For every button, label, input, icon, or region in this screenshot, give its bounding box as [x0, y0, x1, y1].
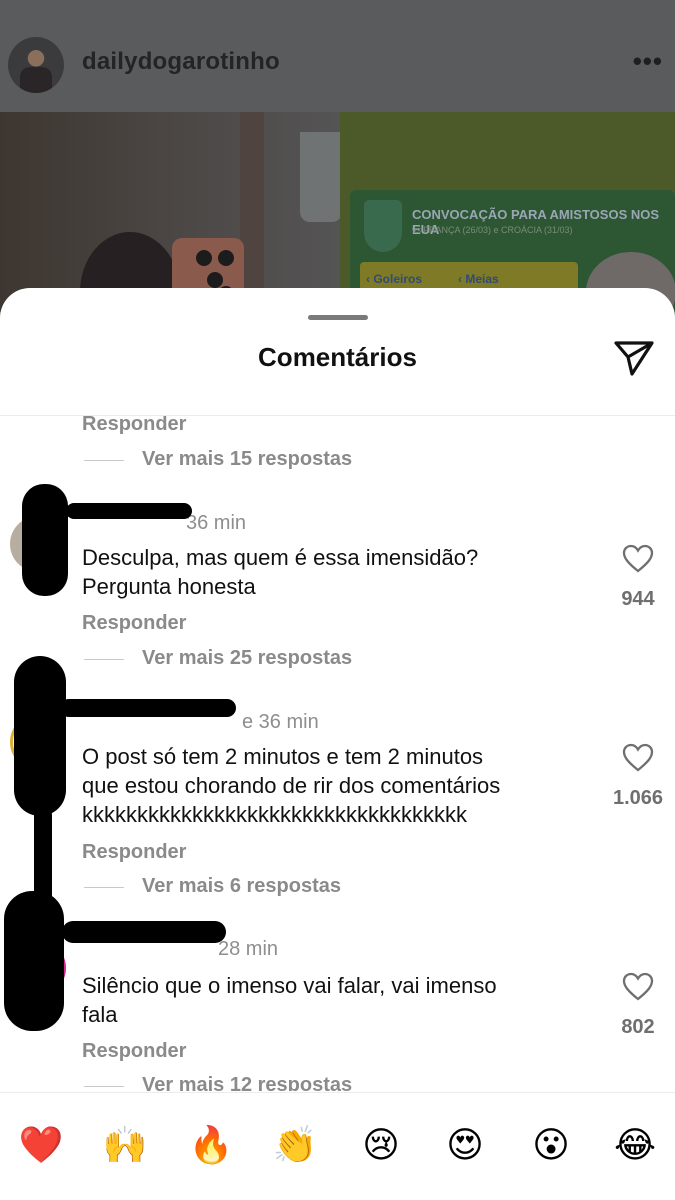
like-count: 944	[621, 588, 655, 610]
reply-button[interactable]: Responder	[82, 416, 186, 436]
laughing-emoji-icon[interactable]: 😂	[610, 1121, 660, 1171]
redaction-mark	[4, 891, 64, 1031]
redaction-mark	[66, 503, 192, 519]
paper-plane-icon[interactable]	[610, 334, 658, 382]
view-more-replies[interactable]: Ver mais 12 respostas	[142, 1074, 352, 1091]
comment-text: Desculpa, mas quem é essa imensidão? Per…	[82, 545, 479, 599]
reaction-bar: ❤️ 🙌 🔥 👏 😢 😍 😮 😂	[0, 1092, 675, 1200]
view-more-replies[interactable]: Ver mais 6 respostas	[142, 875, 341, 898]
comments-list[interactable]: Responder Ver mais 15 respostas 36 min D…	[0, 416, 675, 1091]
like-count: 1.066	[612, 787, 664, 809]
tv-label-goleiros: ‹ Goleiros	[366, 272, 423, 286]
more-horizontal-icon[interactable]: •••	[633, 46, 663, 77]
heart-emoji-icon[interactable]: ❤️	[16, 1121, 66, 1171]
redaction-mark	[60, 699, 236, 717]
crying-emoji-icon[interactable]: 😢	[356, 1121, 406, 1171]
surprised-emoji-icon[interactable]: 😮	[526, 1121, 576, 1171]
heart-eyes-emoji-icon[interactable]: 😍	[440, 1121, 490, 1171]
wall-lamp	[300, 132, 342, 222]
replies-line	[84, 1086, 124, 1087]
fire-emoji-icon[interactable]: 🔥	[186, 1121, 236, 1171]
like-count: 802	[621, 1016, 655, 1038]
post-username[interactable]: dailydogarotinho	[82, 48, 280, 76]
redaction-mark	[14, 656, 66, 816]
replies-line	[84, 887, 124, 888]
tv-subtitle: vs FRANÇA (26/03) e CROÁCIA (31/03)	[412, 225, 573, 235]
heart-icon[interactable]	[622, 743, 654, 773]
comments-sheet: Comentários Responder Ver mais 15 respos…	[0, 288, 675, 1200]
redaction-mark	[22, 484, 68, 596]
drag-handle[interactable]	[308, 315, 368, 320]
sheet-title: Comentários	[258, 342, 417, 372]
view-more-replies[interactable]: Ver mais 15 respostas	[142, 448, 352, 471]
post-image: CONVOCAÇÃO PARA AMISTOSOS NOS EUA vs FRA…	[0, 112, 675, 312]
heart-icon[interactable]	[622, 972, 654, 1002]
comment-text: O post só tem 2 minutos e tem 2 minutos …	[82, 744, 501, 827]
clapping-emoji-icon[interactable]: 👏	[270, 1121, 320, 1171]
cbf-crest-icon	[364, 200, 402, 252]
replies-line	[84, 659, 124, 660]
post-author-avatar[interactable]	[8, 37, 64, 93]
reply-button[interactable]: Responder	[82, 612, 186, 635]
view-more-replies[interactable]: Ver mais 25 respostas	[142, 647, 352, 670]
tv-label-meias: ‹ Meias	[458, 272, 499, 286]
raised-hands-emoji-icon[interactable]: 🙌	[100, 1121, 150, 1171]
redaction-mark	[62, 921, 226, 943]
heart-icon[interactable]	[622, 544, 654, 574]
replies-line	[84, 460, 124, 461]
reply-button[interactable]: Responder	[82, 1040, 186, 1063]
post-header: dailydogarotinho •••	[0, 0, 675, 112]
comment-text: Silêncio que o imenso vai falar, vai ime…	[82, 973, 497, 1027]
reply-button[interactable]: Responder	[82, 841, 186, 864]
